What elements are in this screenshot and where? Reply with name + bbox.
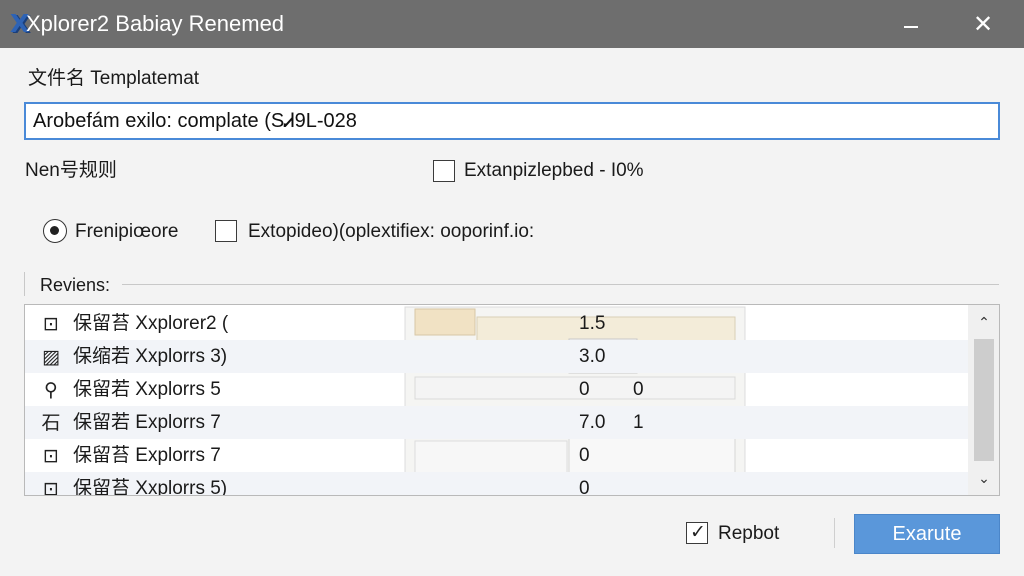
reviews-divider [122,284,999,285]
document-icon: ⊡ [43,478,59,496]
row-name: 保缩若 Xxplorrs 3) [73,346,228,367]
option-checkbox-label: Extopideo)(oplextifiex: ooporinf.io: [248,221,535,242]
row-name: 保留苔 Xxplorrs 5) [73,478,228,496]
execute-button[interactable]: Exarute [854,514,1000,554]
table-row[interactable]: ⊡ 保留苔 Explorrs 7 0 [25,439,968,472]
row-value-1: 7.0 [579,412,606,433]
location-pin-icon: ⚲ [44,379,58,401]
report-checkbox[interactable]: ✓ [686,521,708,544]
scroll-thumb[interactable] [974,339,994,461]
row-value-2: 0 [633,379,644,400]
numbering-label: Nen号规则 [25,160,117,181]
extension-checkbox-label: Extanpizlepbed - I0% [464,160,644,181]
radio-selected-dot [50,226,59,235]
template-input[interactable] [24,102,1000,140]
close-icon[interactable]: ✕ [961,8,1005,40]
table-row[interactable]: ⚲ 保留若 Xxplorrs 5 0 0 [25,373,968,406]
glyph-icon: 石 [41,412,61,434]
row-name: 保留若 Xxplorrs 5 [73,379,221,400]
footer-divider [834,518,835,548]
reviews-label: Reviens: [40,275,111,295]
extension-checkbox[interactable] [433,160,455,182]
reviews-group-edge [24,272,25,296]
option-checkbox[interactable] [215,220,237,242]
row-value-1: 0 [579,478,590,496]
reviews-list[interactable]: ⊡ 保留苔 Xxplorer2 ( 1.5 ▨ 保缩若 Xxplorrs 3) … [24,304,1000,496]
checkmark-icon: ✓ [690,521,706,543]
table-row[interactable]: 石 保留若 Explorrs 7 7.0 1 [25,406,968,439]
radio-option-label: Frenipiœore [75,221,179,242]
radio-option[interactable] [43,219,67,243]
template-label: 文件名 Templatemat [28,68,200,89]
row-value-1: 1.5 [579,313,606,334]
table-row[interactable]: ▨ 保缩若 Xxplorrs 3) 3.0 [25,340,968,373]
vertical-scrollbar[interactable]: ⌃ ⌄ [968,305,999,495]
row-value-2: 1 [633,412,644,433]
minimize-icon[interactable] [889,8,933,40]
chevron-up-icon[interactable]: ⌃ [968,309,999,337]
row-value-1: 3.0 [579,346,606,367]
document-icon: ⊡ [43,445,59,467]
row-name: 保留若 Explorrs 7 [73,412,221,433]
row-value-1: 0 [579,379,590,400]
table-row[interactable]: ⊡ 保留苔 Xxplorrs 5) 0 [25,472,968,496]
image-file-icon: ▨ [42,346,60,368]
report-checkbox-label: Repbot [718,523,780,544]
tagged-file-icon: ⊡ [43,313,59,335]
row-name: 保留苔 Explorrs 7 [73,445,221,466]
table-row[interactable]: ⊡ 保留苔 Xxplorer2 ( 1.5 [25,307,968,340]
window-title: Xplorer2 Babiay Renemed [26,11,285,36]
chevron-down-icon[interactable]: ⌄ [968,465,999,493]
row-value-1: 0 [579,445,590,466]
title-bar: XX Xplorer2 Babiay Renemed ✕ [0,0,1024,48]
row-name: 保留苔 Xxplorer2 ( [73,313,229,334]
